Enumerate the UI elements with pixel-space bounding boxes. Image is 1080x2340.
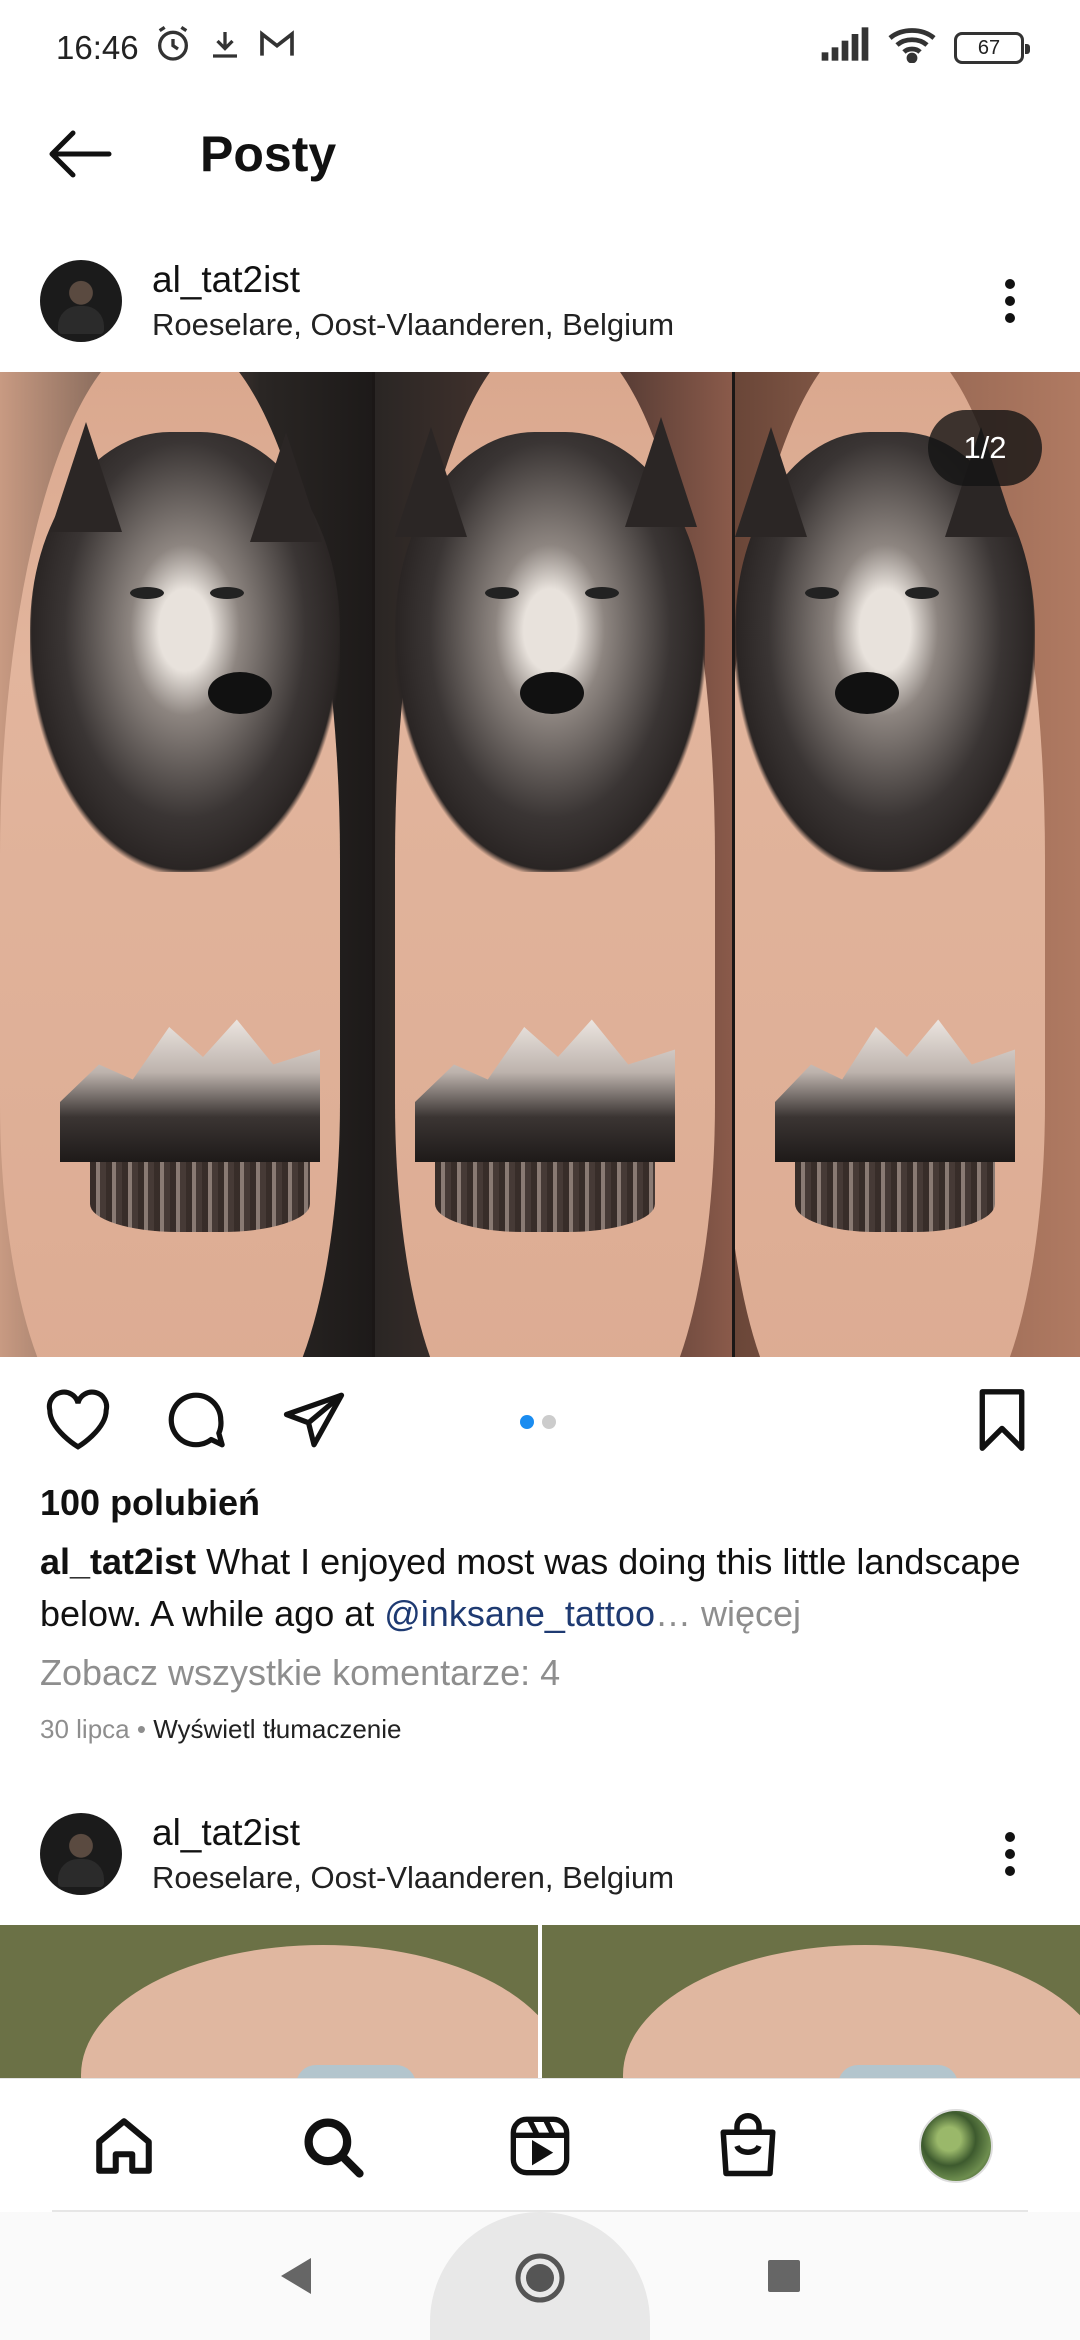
status-bar: 16:46 67 [0, 0, 1080, 96]
likes-count[interactable]: 100 polubień [40, 1482, 260, 1524]
back-triangle-icon [281, 2258, 311, 2294]
app-header: Posty [0, 96, 1080, 212]
reels-icon [510, 2116, 570, 2175]
image-panel-1 [0, 1925, 538, 2085]
image-counter-badge: 1/2 [928, 410, 1042, 486]
battery-level: 67 [977, 36, 1001, 59]
bottom-nav [0, 2078, 1080, 2212]
nav-profile[interactable] [911, 2101, 1001, 2191]
more-vertical-icon [1005, 279, 1015, 323]
post-location[interactable]: Roeselare, Oost-Vlaanderen, Belgium [152, 307, 980, 343]
more-options-button[interactable] [980, 261, 1040, 341]
page-title: Posty [200, 126, 337, 182]
heart-icon [46, 1389, 110, 1450]
nav-reels[interactable] [495, 2101, 585, 2191]
wifi-icon [888, 25, 936, 71]
carousel-indicator [520, 1415, 556, 1429]
system-recents-button[interactable] [758, 2250, 810, 2302]
save-button[interactable] [964, 1382, 1040, 1458]
share-button[interactable] [276, 1382, 352, 1458]
download-icon [207, 26, 243, 70]
home-circle-icon [515, 2253, 565, 2303]
arrow-left-icon [49, 130, 112, 178]
back-button[interactable] [40, 114, 120, 194]
avatar[interactable] [40, 260, 122, 342]
system-back-button[interactable] [270, 2250, 322, 2302]
carousel-dot [542, 1415, 556, 1429]
view-comments-link[interactable]: Zobacz wszystkie komentarze: 4 [40, 1652, 560, 1694]
system-home-button[interactable] [512, 2250, 568, 2306]
post-actions [0, 1357, 1080, 1482]
caption-more-link[interactable]: … więcej [655, 1593, 801, 1634]
image-panel-1 [0, 372, 372, 1357]
post-username[interactable]: al_tat2ist [152, 1812, 980, 1854]
next-post-image[interactable] [0, 1925, 1080, 2085]
translate-link[interactable]: Wyświetl tłumaczenie [153, 1714, 401, 1744]
image-panel-2 [538, 1925, 1080, 2085]
search-icon [304, 2118, 364, 2178]
post-date: 30 lipca [40, 1714, 130, 1744]
signal-icon [820, 26, 870, 70]
post-caption: al_tat2ist What I enjoyed most was doing… [40, 1536, 1050, 1640]
profile-avatar [919, 2108, 993, 2183]
post-header: al_tat2ist Roeselare, Oost-Vlaanderen, B… [0, 240, 1080, 362]
gmail-icon [257, 27, 297, 69]
battery-icon: 67 [954, 32, 1030, 64]
comment-button[interactable] [158, 1382, 234, 1458]
post-username[interactable]: al_tat2ist [152, 259, 980, 301]
avatar[interactable] [40, 1813, 122, 1895]
caption-mention[interactable]: @inksane_tattoo [384, 1593, 655, 1634]
home-icon [96, 2117, 152, 2174]
nav-shop[interactable] [703, 2101, 793, 2191]
status-time: 16:46 [56, 29, 139, 66]
post-meta: 30 lipca • Wyświetl tłumaczenie [40, 1714, 401, 1745]
nav-search[interactable] [287, 2101, 377, 2191]
share-icon [283, 1392, 345, 1447]
like-button[interactable] [40, 1382, 116, 1458]
system-nav [0, 2212, 1080, 2340]
recents-square-icon [768, 2260, 800, 2292]
comment-icon [168, 1392, 225, 1447]
shop-icon [720, 2112, 776, 2176]
more-vertical-icon [1005, 1832, 1015, 1876]
carousel-dot-active [520, 1415, 534, 1429]
caption-username[interactable]: al_tat2ist [40, 1541, 196, 1582]
meta-separator: • [129, 1714, 154, 1744]
more-options-button[interactable] [980, 1814, 1040, 1894]
post-location[interactable]: Roeselare, Oost-Vlaanderen, Belgium [152, 1860, 980, 1896]
next-post-header: al_tat2ist Roeselare, Oost-Vlaanderen, B… [0, 1793, 1080, 1915]
bookmark-icon [979, 1388, 1025, 1451]
image-panel-2 [372, 372, 732, 1357]
nav-home[interactable] [79, 2101, 169, 2191]
alarm-icon [153, 24, 193, 72]
image-panel-3 [732, 372, 1080, 1357]
post-image[interactable]: 1/2 [0, 372, 1080, 1357]
